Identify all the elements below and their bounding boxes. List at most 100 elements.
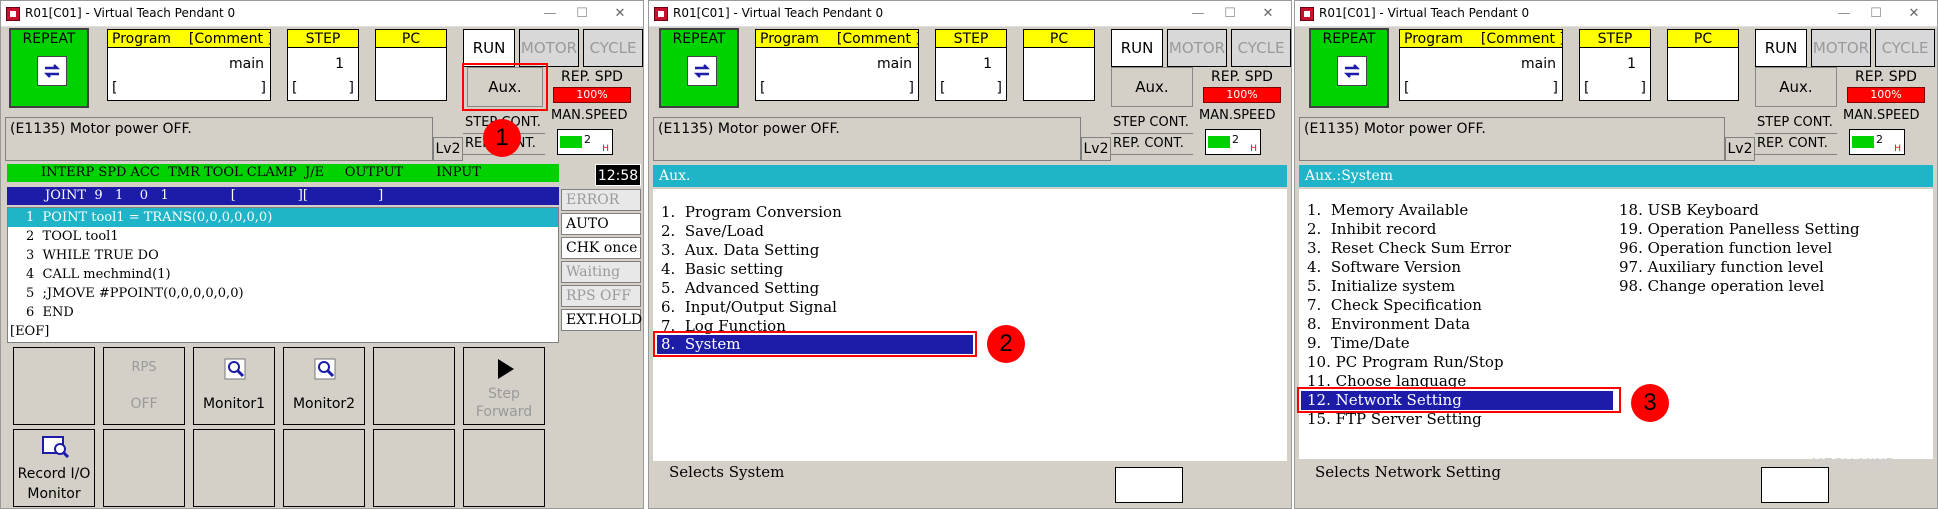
repeat-label: REPEAT	[11, 31, 87, 47]
menu-item-memory-available[interactable]: 1. Memory Available	[1307, 201, 1468, 220]
program-field[interactable]: Program [Comment ] main []	[107, 29, 271, 101]
fkey-blank-2[interactable]	[373, 347, 455, 425]
magnifier-icon	[224, 358, 246, 380]
cycle-button[interactable]: CYCLE	[1875, 29, 1935, 67]
menu-item-basic-setting[interactable]: 4. Basic setting	[661, 260, 783, 279]
program-name: main	[1521, 56, 1556, 72]
menu-item-reset-checksum[interactable]: 3. Reset Check Sum Error	[1307, 239, 1511, 258]
run-button[interactable]: RUN	[463, 29, 515, 67]
pc-field[interactable]: PC	[375, 29, 447, 101]
step-field[interactable]: STEP 1 []	[1579, 29, 1651, 101]
pc-field[interactable]: PC	[1667, 29, 1739, 101]
auto-button[interactable]: AUTO	[561, 213, 641, 235]
error-button[interactable]: ERROR	[561, 189, 641, 211]
rep-speed-label: REP. SPD	[1855, 69, 1917, 85]
man-speed-gauge[interactable]: 2 H	[1849, 129, 1905, 155]
menu-item-inhibit-record[interactable]: 2. Inhibit record	[1307, 220, 1436, 239]
rep-speed-value: 100%	[1203, 87, 1281, 103]
menu-item-io-signal[interactable]: 6. Input/Output Signal	[661, 298, 837, 317]
minimize-icon[interactable]: —	[1183, 4, 1213, 24]
program-name: main	[229, 56, 264, 72]
menu-item-usb-keyboard[interactable]: 18. USB Keyboard	[1619, 201, 1759, 220]
program-comment: []	[760, 80, 914, 96]
menu-item-software-version[interactable]: 4. Software Version	[1307, 258, 1461, 277]
menu-item-initialize-system[interactable]: 5. Initialize system	[1307, 277, 1455, 296]
menu-item-auxiliary-function-level[interactable]: 97. Auxiliary function level	[1619, 258, 1824, 277]
rps-button[interactable]: RPS OFF	[103, 347, 185, 425]
fkey-blank-7[interactable]	[463, 429, 545, 507]
program-line[interactable]: 6 END	[8, 303, 558, 322]
motor-button[interactable]: MOTOR	[519, 29, 579, 67]
fkey-blank-6[interactable]	[373, 429, 455, 507]
monitor2-button[interactable]: Monitor2	[283, 347, 365, 425]
minimize-icon[interactable]: —	[1829, 4, 1859, 24]
waiting-button[interactable]: Waiting	[561, 261, 641, 283]
teach-pendant-window-3: R01[C01] - Virtual Teach Pendant 0 — ☐ ✕…	[1294, 0, 1938, 509]
program-line[interactable]: 4 CALL mechmind(1)	[8, 265, 558, 284]
repeat-mode-button[interactable]: REPEAT	[1309, 28, 1389, 108]
cycle-button[interactable]: CYCLE	[583, 29, 643, 67]
pc-field[interactable]: PC	[1023, 29, 1095, 101]
rps-off-button[interactable]: RPS OFF	[561, 285, 641, 307]
step-forward-button[interactable]: Step Forward	[463, 347, 545, 425]
fkey-blank-3[interactable]	[103, 429, 185, 507]
program-field[interactable]: Program [Comment ] main []	[755, 29, 919, 101]
menu-item-change-operation-level[interactable]: 98. Change operation level	[1619, 277, 1824, 296]
minimize-icon[interactable]: —	[535, 4, 565, 24]
check-once-button[interactable]: CHK once	[561, 237, 641, 259]
step-cont-switch[interactable]: STEP CONT. REP. CONT.	[1111, 113, 1193, 155]
step-field[interactable]: STEP 1 []	[287, 29, 359, 101]
man-speed-gauge[interactable]: 2 H	[557, 129, 613, 155]
close-icon[interactable]: ✕	[1253, 4, 1283, 24]
close-icon[interactable]: ✕	[1899, 4, 1929, 24]
program-listing[interactable]: 1 POINT tool1 = TRANS(0,0,0,0,0,0) 2 TOO…	[7, 207, 559, 343]
menu-item-program-conversion[interactable]: 1. Program Conversion	[661, 203, 842, 222]
aux-button[interactable]: Aux.	[1111, 67, 1193, 107]
pc-label: PC	[1668, 30, 1738, 48]
step-field[interactable]: STEP 1 []	[935, 29, 1007, 101]
motor-button[interactable]: MOTOR	[1167, 29, 1227, 67]
menu-item-advanced-setting[interactable]: 5. Advanced Setting	[661, 279, 819, 298]
ext-hold-button[interactable]: EXT.HOLD	[561, 309, 642, 331]
program-line[interactable]: 5 ;JMOVE #PPOINT(0,0,0,0,0,0)	[8, 284, 558, 303]
menu-item-environment-data[interactable]: 8. Environment Data	[1307, 315, 1470, 334]
man-speed-gauge[interactable]: 2 H	[1205, 129, 1261, 155]
fkey-blank-4[interactable]	[193, 429, 275, 507]
footer-input[interactable]	[1761, 467, 1829, 503]
cycle-button[interactable]: CYCLE	[1231, 29, 1291, 67]
aux-highlight	[462, 63, 548, 111]
footer-input[interactable]	[1115, 467, 1183, 503]
footer-message: Selects System	[669, 463, 785, 481]
menu-item-operation-function-level[interactable]: 96. Operation function level	[1619, 239, 1832, 258]
fkey-blank-1[interactable]	[13, 347, 95, 425]
repeat-mode-button[interactable]: REPEAT	[659, 28, 739, 108]
program-field[interactable]: Program [Comment ] main []	[1399, 29, 1563, 101]
run-button[interactable]: RUN	[1755, 29, 1807, 67]
repeat-mode-button[interactable]: REPEAT	[9, 28, 89, 108]
repeat-icon	[1337, 56, 1367, 86]
maximize-icon[interactable]: ☐	[1861, 4, 1891, 24]
monitor1-button[interactable]: Monitor1	[193, 347, 275, 425]
run-button[interactable]: RUN	[1111, 29, 1163, 67]
menu-item-save-load[interactable]: 2. Save/Load	[661, 222, 764, 241]
step-value: 1	[983, 56, 992, 72]
step-cont-switch[interactable]: STEP CONT. REP. CONT.	[1755, 113, 1837, 155]
joint-row: JOINT 9 1 0 1 [ ][ ]	[7, 187, 559, 205]
window-title: R01[C01] - Virtual Teach Pendant 0	[25, 6, 236, 20]
program-line[interactable]: 2 TOOL tool1	[8, 227, 558, 246]
maximize-icon[interactable]: ☐	[1215, 4, 1245, 24]
record-io-monitor-button[interactable]: Record I/O Monitor	[13, 429, 95, 507]
program-line[interactable]: 1 POINT tool1 = TRANS(0,0,0,0,0,0)	[8, 208, 558, 227]
menu-item-check-specification[interactable]: 7. Check Specification	[1307, 296, 1482, 315]
menu-item-operation-panelless[interactable]: 19. Operation Panelless Setting	[1619, 220, 1860, 239]
close-icon[interactable]: ✕	[605, 4, 635, 24]
maximize-icon[interactable]: ☐	[567, 4, 597, 24]
aux-button[interactable]: Aux.	[1755, 67, 1837, 107]
menu-item-pc-program[interactable]: 10. PC Program Run/Stop	[1307, 353, 1504, 372]
menu-item-aux-data-setting[interactable]: 3. Aux. Data Setting	[661, 241, 819, 260]
program-line[interactable]: 3 WHILE TRUE DO	[8, 246, 558, 265]
menu-item-time-date[interactable]: 9. Time/Date	[1307, 334, 1410, 353]
motor-button[interactable]: MOTOR	[1811, 29, 1871, 67]
step-label: STEP	[288, 30, 358, 48]
fkey-blank-5[interactable]	[283, 429, 365, 507]
